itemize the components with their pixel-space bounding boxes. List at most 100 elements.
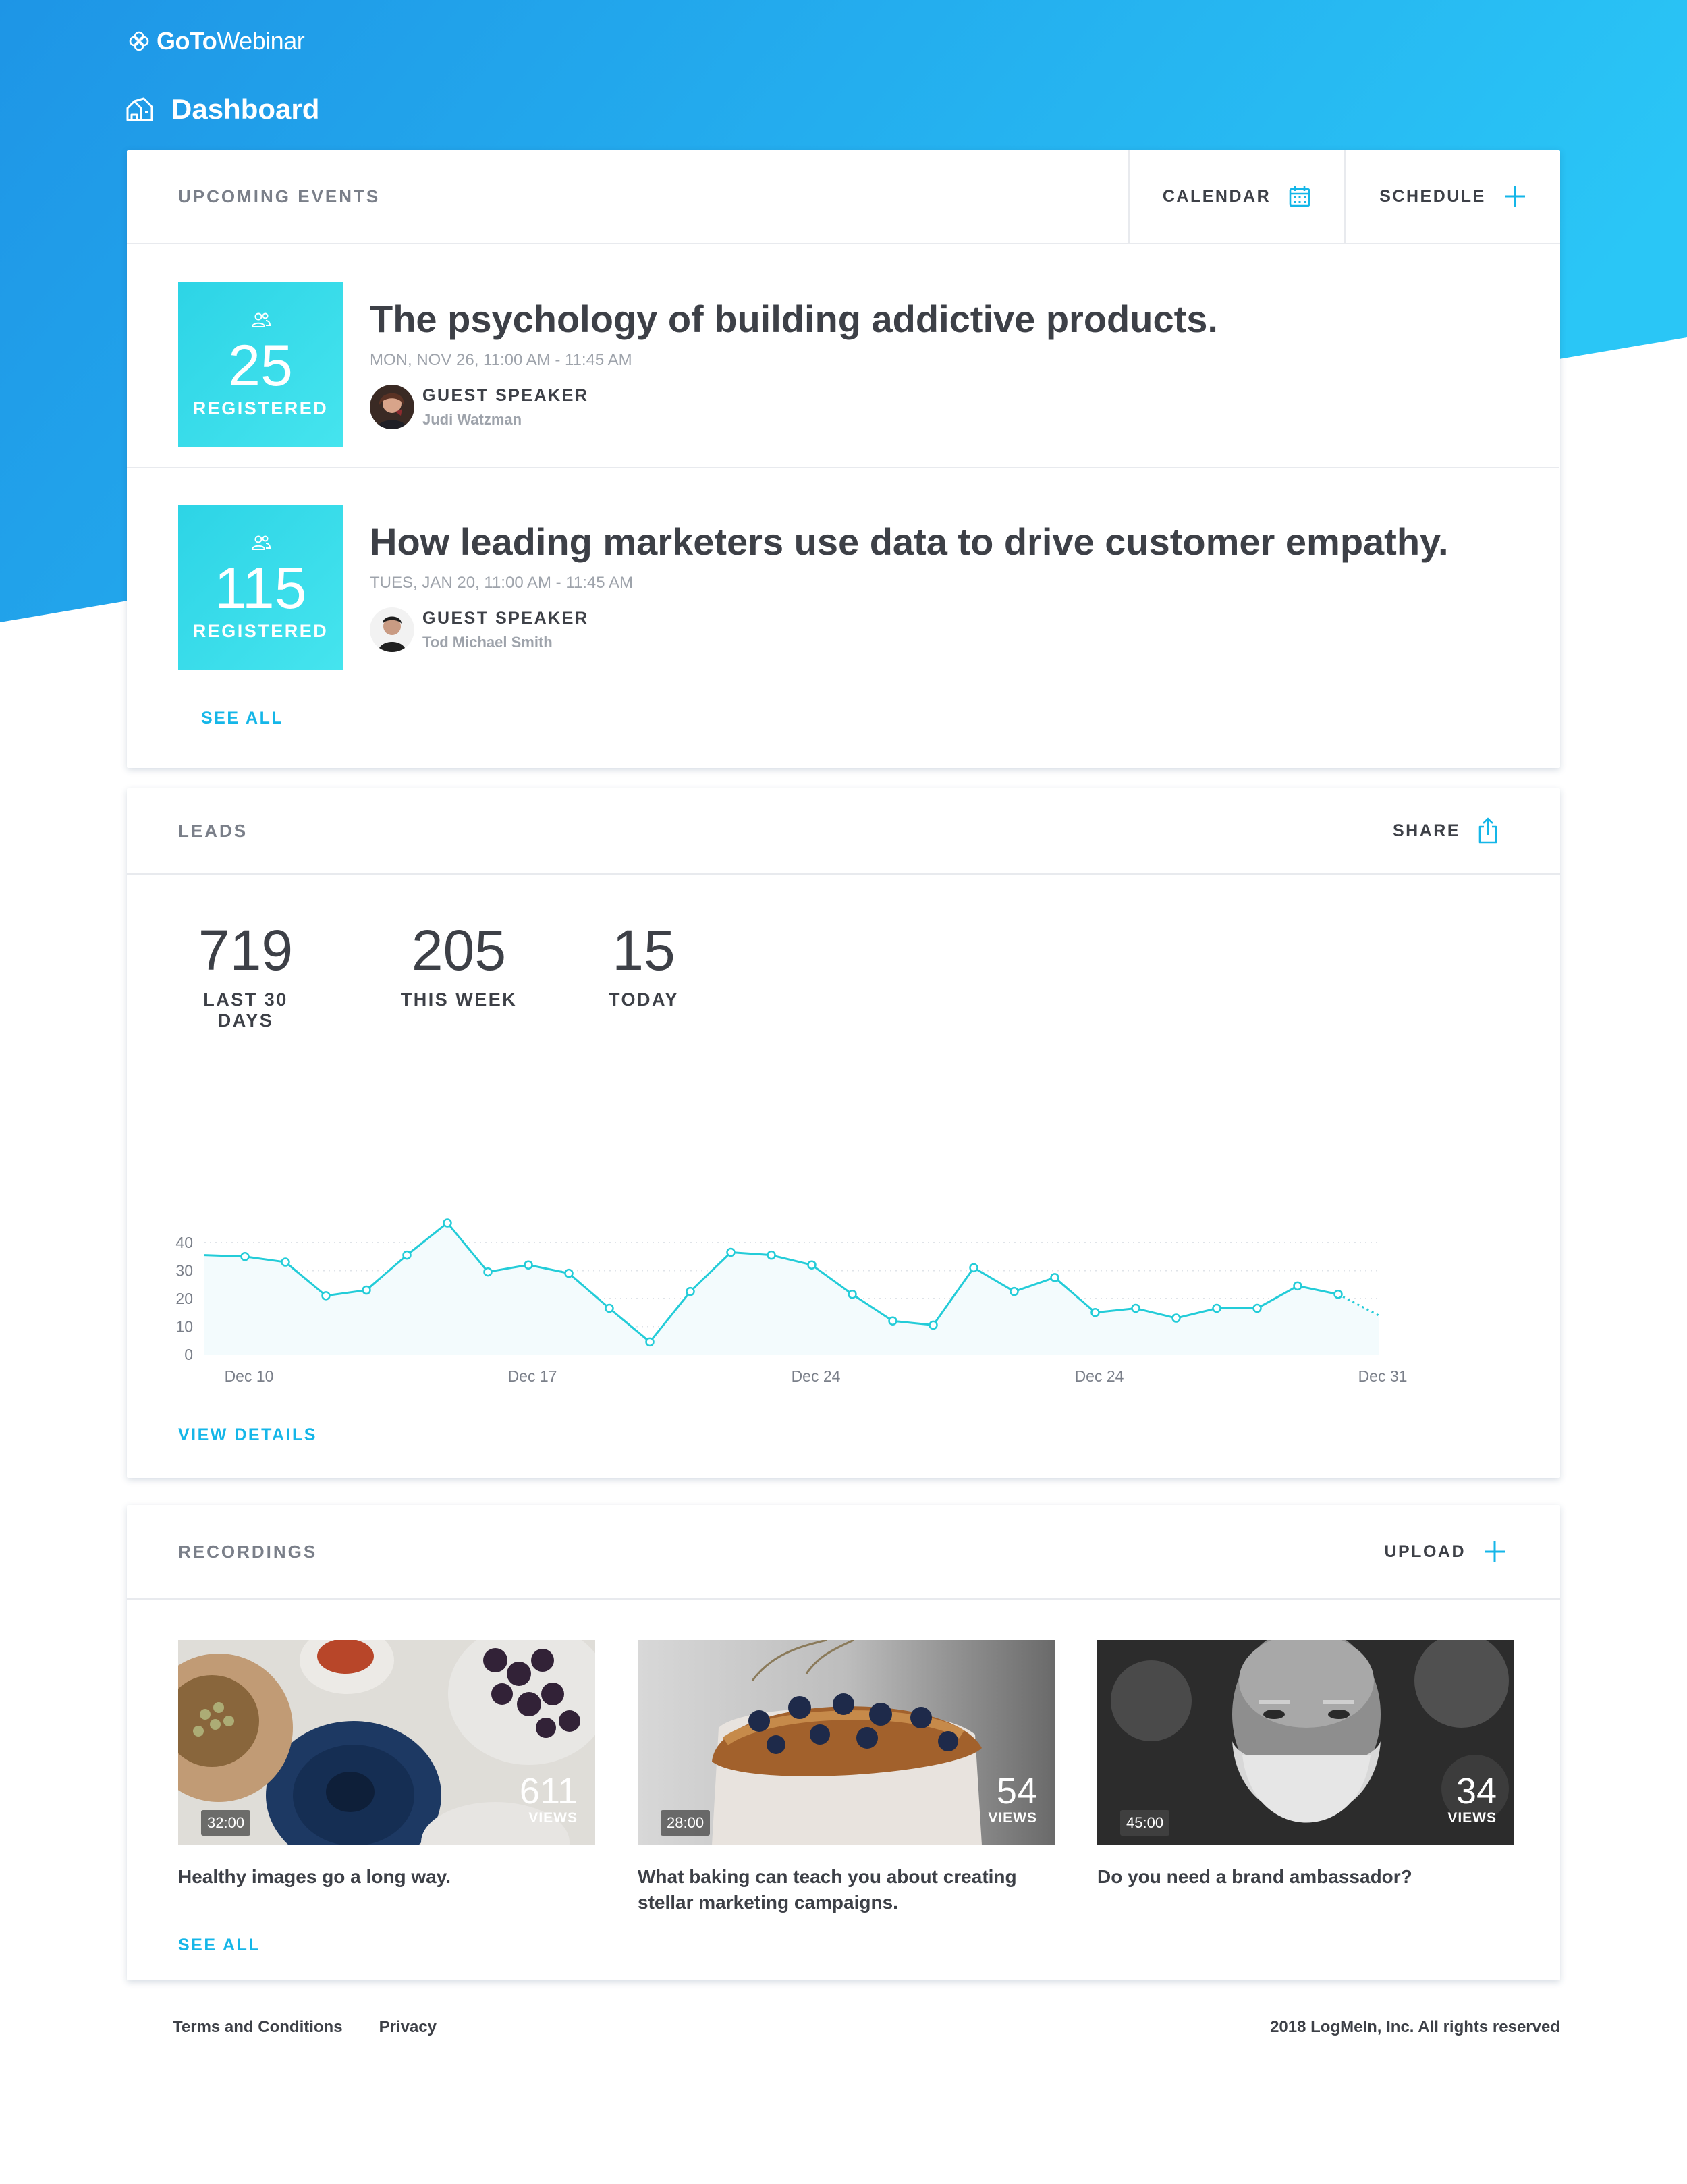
event-item[interactable]: 115 REGISTERED How leading marketers use… — [178, 505, 1508, 670]
people-icon — [251, 535, 271, 550]
leads-title: LEADS — [178, 820, 248, 841]
data-point — [524, 1260, 533, 1270]
recording-thumbnail[interactable]: 28:00 54 VIEWS — [638, 1640, 1055, 1845]
stat-value: 205 — [411, 919, 507, 982]
recordings-header: RECORDINGS UPLOAD — [127, 1505, 1560, 1600]
data-point — [1212, 1303, 1221, 1313]
recording-title[interactable]: What baking can teach you about creating… — [638, 1864, 1055, 1915]
brand-logo[interactable]: GoToWebinar — [128, 27, 305, 55]
data-point — [969, 1263, 978, 1273]
data-point — [726, 1247, 736, 1257]
upload-button[interactable]: UPLOAD — [1384, 1540, 1506, 1563]
y-tick-label: 30 — [175, 1262, 193, 1280]
recording-item[interactable]: 45:00 34 VIEWS Do you need a brand ambas… — [1097, 1640, 1514, 1890]
events-see-all-link[interactable]: SEE ALL — [201, 709, 283, 728]
data-point — [1010, 1286, 1019, 1296]
recording-title[interactable]: Healthy images go a long way. — [178, 1864, 595, 1890]
data-point — [564, 1268, 574, 1278]
speaker-role: GUEST SPEAKER — [422, 608, 589, 628]
copyright: 2018 LogMeIn, Inc. All rights reserved — [1270, 2018, 1560, 2036]
projected-line — [1337, 1293, 1379, 1317]
stat-label: THIS WEEK — [400, 989, 518, 1010]
upcoming-events-header: UPCOMING EVENTS CALENDAR SCHEDULE — [127, 150, 1560, 244]
stat-today: 15 TODAY — [603, 917, 684, 1031]
registered-tile: 115 REGISTERED — [178, 505, 343, 670]
schedule-button[interactable]: SCHEDULE — [1344, 150, 1560, 243]
home-icon — [126, 97, 153, 121]
stat-label: TODAY — [608, 989, 680, 1010]
data-point — [1171, 1313, 1181, 1323]
speaker-name: Judi Watzman — [422, 410, 522, 428]
event-title[interactable]: How leading marketers use data to drive … — [370, 518, 1449, 566]
leads-stats: 719 LAST 30 DAYS 205 THIS WEEK 15 TODAY — [178, 917, 684, 1031]
recording-title[interactable]: Do you need a brand ambassador? — [1097, 1864, 1514, 1890]
y-tick-label: 0 — [184, 1346, 193, 1363]
recording-thumbnail[interactable]: 32:00 611 VIEWS — [178, 1640, 595, 1845]
stat-label: LAST 30 DAYS — [203, 989, 288, 1031]
leads-chart: 0 10 20 30 40 Dec 10 Dec 17 Dec 24 Dec 24 Dec 31 — [175, 1218, 1408, 1385]
recording-duration: 28:00 — [661, 1810, 711, 1836]
views-label: VIEWS — [1447, 1810, 1497, 1826]
avatar — [370, 385, 414, 429]
recordings-card: RECORDINGS UPLOAD 32:00 611 VIEWS Health… — [127, 1505, 1560, 1980]
share-button[interactable]: SHARE — [1393, 817, 1498, 844]
recording-duration: 32:00 — [201, 1810, 251, 1836]
speaker: GUEST SPEAKER Tod Michael Smith — [370, 607, 1449, 652]
schedule-label: SCHEDULE — [1379, 186, 1486, 206]
data-point — [1293, 1281, 1302, 1291]
series-line — [204, 1222, 1339, 1343]
data-point — [443, 1218, 452, 1228]
plus-icon — [1504, 186, 1525, 207]
y-tick-label: 10 — [175, 1318, 193, 1336]
people-icon — [251, 312, 271, 327]
data-point — [240, 1252, 250, 1261]
chart-area — [204, 1222, 1379, 1355]
data-point — [767, 1250, 776, 1260]
flower-logo-icon — [129, 31, 149, 51]
upload-label: UPLOAD — [1384, 1541, 1466, 1561]
event-title[interactable]: The psychology of building addictive pro… — [370, 296, 1218, 343]
recording-item[interactable]: 32:00 611 VIEWS Healthy images go a long… — [178, 1640, 595, 1890]
data-point — [402, 1250, 412, 1260]
calendar-button[interactable]: CALENDAR — [1128, 150, 1344, 243]
data-point — [1252, 1303, 1262, 1313]
upcoming-events-card: UPCOMING EVENTS CALENDAR SCHEDULE 25 REG… — [127, 150, 1560, 768]
views-count: 34 — [1456, 1771, 1497, 1811]
recording-duration: 45:00 — [1120, 1810, 1170, 1836]
recordings-see-all-link[interactable]: SEE ALL — [178, 1936, 260, 1955]
privacy-link[interactable]: Privacy — [379, 2018, 437, 2037]
x-tick-label: Dec 24 — [1075, 1367, 1124, 1385]
view-details-link[interactable]: VIEW DETAILS — [178, 1425, 317, 1445]
views-label: VIEWS — [528, 1810, 578, 1826]
event-datetime: TUES, JAN 20, 11:00 AM - 11:45 AM — [370, 574, 633, 592]
registered-count: 115 — [214, 556, 307, 621]
x-tick-label: Dec 17 — [508, 1367, 557, 1385]
views-count: 611 — [519, 1771, 578, 1811]
recording-views: 54 VIEWS — [988, 1772, 1037, 1826]
event-datetime: MON, NOV 26, 11:00 AM - 11:45 AM — [370, 351, 632, 369]
data-point — [605, 1303, 614, 1313]
logo-text: GoToWebinar — [157, 27, 305, 55]
data-point — [1333, 1290, 1343, 1299]
data-point — [281, 1257, 290, 1267]
data-point — [1050, 1273, 1059, 1282]
recording-item[interactable]: 28:00 54 VIEWS What baking can teach you… — [638, 1640, 1055, 1915]
leads-header: LEADS SHARE — [127, 788, 1560, 875]
terms-link[interactable]: Terms and Conditions — [173, 2018, 343, 2037]
data-point — [848, 1290, 857, 1299]
calendar-label: CALENDAR — [1162, 186, 1271, 206]
views-label: VIEWS — [988, 1810, 1037, 1826]
share-label: SHARE — [1392, 821, 1460, 840]
x-tick-label: Dec 31 — [1358, 1367, 1408, 1385]
x-tick-label: Dec 24 — [792, 1367, 841, 1385]
avatar — [370, 607, 414, 652]
recording-thumbnail[interactable]: 45:00 34 VIEWS — [1097, 1640, 1514, 1845]
stat-value: 719 — [198, 919, 294, 982]
recording-views: 34 VIEWS — [1447, 1772, 1497, 1826]
calendar-icon — [1289, 186, 1310, 207]
page-title: Dashboard — [171, 93, 320, 125]
registered-count: 25 — [228, 333, 293, 398]
footer: Terms and Conditions Privacy 2018 LogMeI… — [173, 2018, 1560, 2037]
event-item[interactable]: 25 REGISTERED The psychology of building… — [127, 282, 1559, 468]
data-point — [321, 1291, 331, 1301]
